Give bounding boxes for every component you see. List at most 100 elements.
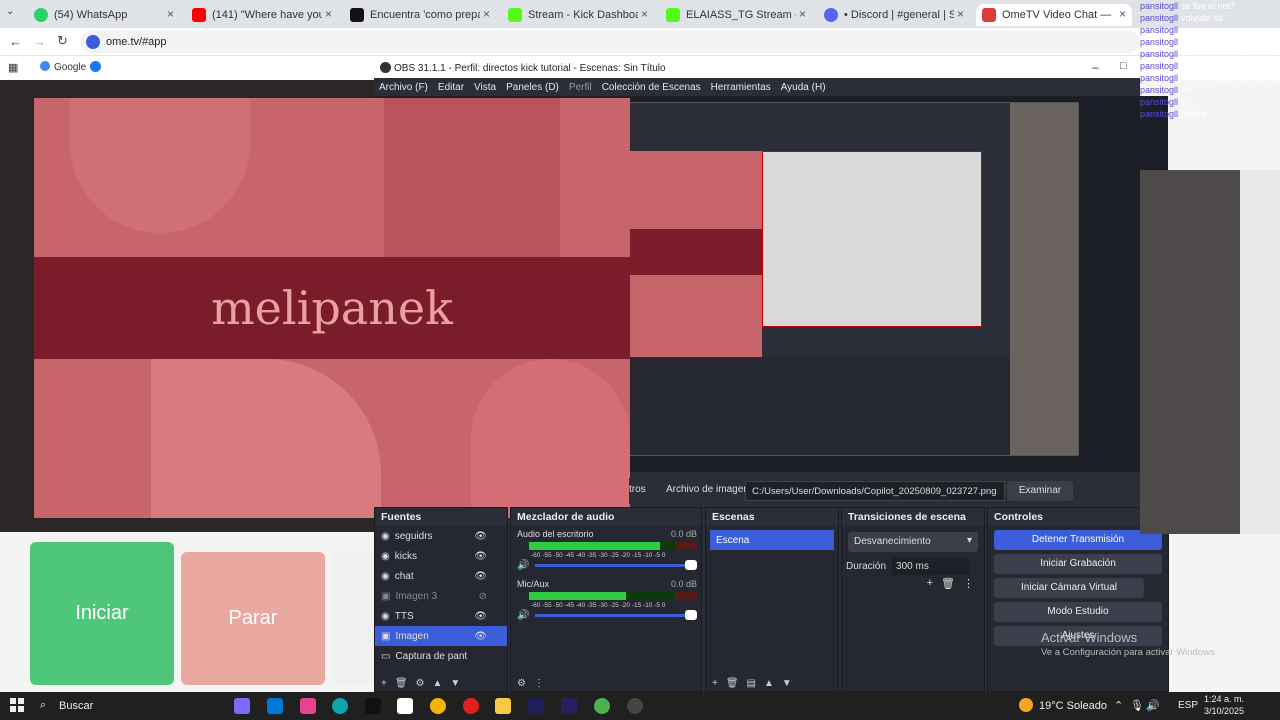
image-path-field[interactable]: C:/Users/User/Downloads/Copilot_20250809…	[745, 481, 1005, 501]
close-icon[interactable]: ×	[641, 7, 648, 21]
store-icon[interactable]	[397, 698, 413, 714]
properties-tab[interactable]: tros	[629, 484, 646, 495]
taskbar-search[interactable]: Buscar	[59, 700, 93, 712]
clock-time[interactable]: 1:24 a. m.	[1204, 694, 1244, 704]
menu-ayuda[interactable]: Ayuda (H)	[781, 82, 826, 93]
tiktok-icon[interactable]	[365, 698, 381, 714]
stop-streaming-button[interactable]: Detener Transmisión	[994, 530, 1162, 550]
tab-kick-stream[interactable]: ELAIASS_TG Stream - Watch Liv ×	[660, 4, 812, 26]
menu-coleccion-escenas[interactable]: Colección de Escenas	[602, 82, 701, 93]
down-arrow-icon[interactable]: ▼	[450, 678, 460, 689]
app-icon[interactable]	[430, 698, 446, 714]
up-arrow-icon[interactable]: ▲	[433, 678, 443, 689]
app-icon[interactable]	[463, 698, 479, 714]
menu-herramientas[interactable]: Herramientas	[711, 82, 771, 93]
minimize-icon[interactable]: –	[1092, 60, 1099, 74]
filter-icon[interactable]: ▤	[747, 678, 756, 689]
volume-icon[interactable]: 🔊	[517, 610, 529, 621]
tab-whatsapp[interactable]: (54) WhatsApp ×	[28, 4, 180, 26]
source-item[interactable]: ◉ kicks 👁	[375, 546, 507, 566]
menu-perfil[interactable]: Perfil	[569, 82, 592, 93]
outlook-icon[interactable]	[267, 698, 283, 714]
tab-search-icon[interactable]: ⌄	[6, 6, 14, 17]
obs-icon[interactable]	[627, 698, 643, 714]
trash-icon[interactable]: 🗑	[726, 678, 739, 689]
windows-start-icon[interactable]	[10, 698, 24, 712]
site-info-icon[interactable]	[86, 35, 100, 49]
facebook-icon[interactable]	[90, 61, 101, 72]
trash-icon[interactable]: 🗑	[395, 678, 408, 689]
tab-discord[interactable]: • Discord | #general | Servidor ×	[818, 4, 970, 26]
file-explorer-icon[interactable]	[495, 698, 511, 714]
forward-icon[interactable]: →	[33, 34, 46, 49]
close-icon[interactable]: ×	[325, 7, 332, 21]
volume-handle[interactable]	[685, 610, 697, 620]
gear-icon[interactable]: ⚙	[416, 678, 425, 689]
app-icon[interactable]	[300, 698, 316, 714]
language-indicator[interactable]: ESP	[1178, 700, 1198, 711]
search-icon[interactable]: ⌕	[40, 699, 46, 712]
close-icon[interactable]: ×	[483, 7, 490, 21]
apps-grid-icon[interactable]: ▦	[8, 61, 18, 74]
source-item[interactable]: ◉ seguidrs 👁	[375, 526, 507, 546]
menu-archivo[interactable]: Archivo (F)	[379, 82, 428, 93]
clock-date[interactable]: 3/10/2025	[1204, 706, 1244, 716]
studio-mode-button[interactable]: Modo Estudio	[994, 602, 1162, 622]
volume-slider[interactable]	[535, 614, 695, 617]
app-icon[interactable]	[234, 698, 250, 714]
edge-icon[interactable]	[332, 698, 348, 714]
eye-icon[interactable]: 👁	[474, 611, 487, 622]
tab-kick-dashboard[interactable]: Stream - Kick Dashboard ×	[502, 4, 654, 26]
source-item[interactable]: ▣ Imagen 3 ⊘	[375, 586, 507, 606]
maximize-icon[interactable]: □	[1120, 60, 1127, 72]
gear-icon[interactable]: ⚙	[517, 678, 526, 689]
menu-editar[interactable]: Editar	[438, 82, 464, 93]
add-icon[interactable]: +	[712, 678, 718, 689]
eye-icon[interactable]: 👁	[474, 531, 487, 542]
source-item-selected[interactable]: ▣ Imagen 👁	[375, 626, 507, 646]
volume-icon[interactable]: 🔊	[517, 560, 529, 571]
browse-button[interactable]: Examinar	[1007, 481, 1073, 501]
start-button[interactable]: Iniciar	[30, 542, 174, 685]
reload-icon[interactable]: ↻	[57, 33, 68, 49]
chevron-up-icon[interactable]: ⌃	[1114, 699, 1123, 712]
source-item[interactable]: ◉ chat 👁	[375, 566, 507, 586]
eye-icon[interactable]: 👁	[474, 571, 487, 582]
back-icon[interactable]: ←	[9, 34, 22, 49]
eye-icon[interactable]: 👁	[474, 551, 487, 562]
address-bar[interactable]: ome.tv/#app	[80, 31, 1140, 53]
eye-hidden-icon[interactable]: ⊘	[479, 591, 487, 602]
microphone-icon[interactable]: 🎙	[1130, 699, 1144, 712]
premiere-icon[interactable]	[561, 698, 577, 714]
tab-ometv[interactable]: OmeTV Video Chat — Omr ×	[976, 4, 1132, 26]
tab-youtube[interactable]: (141) "Where have you been" - ×	[186, 4, 338, 26]
add-icon[interactable]: +	[381, 678, 387, 689]
image-source-banner[interactable]: melipanek	[34, 98, 630, 518]
tab-tiktok[interactable]: Encuentra 'como preparar un c ×	[344, 4, 496, 26]
transition-select[interactable]: Desvanecimiento ▾	[848, 532, 978, 552]
trash-icon[interactable]: 🗑	[941, 577, 955, 590]
eye-icon[interactable]: 👁	[474, 631, 487, 642]
close-icon[interactable]: ×	[799, 7, 806, 21]
scene-item[interactable]: Escena	[710, 530, 834, 550]
up-arrow-icon[interactable]: ▲	[764, 678, 774, 689]
volume-icon[interactable]: 🔊	[1146, 699, 1160, 712]
report-button[interactable]	[333, 552, 374, 685]
source-item[interactable]: ◉ TTS 👁	[375, 606, 507, 626]
close-icon[interactable]: ×	[1119, 7, 1126, 21]
close-icon[interactable]: ×	[167, 7, 174, 21]
menu-paneles[interactable]: Paneles (D)	[506, 82, 559, 93]
chrome-icon[interactable]	[594, 698, 610, 714]
start-recording-button[interactable]: Iniciar Grabación	[994, 554, 1162, 574]
duration-input[interactable]: 300 ms	[892, 558, 971, 575]
more-icon[interactable]: ⋮	[963, 577, 974, 590]
volume-slider[interactable]	[535, 564, 695, 567]
weather-text[interactable]: 19°C Soleado	[1039, 700, 1107, 712]
start-virtual-camera-button[interactable]: Iniciar Cámara Virtual	[994, 578, 1144, 598]
menu-vista[interactable]: Vista	[474, 82, 496, 93]
after-effects-icon[interactable]	[528, 698, 544, 714]
source-item[interactable]: ▭ Captura de pant	[375, 646, 507, 666]
volume-handle[interactable]	[685, 560, 697, 570]
more-icon[interactable]: ⋮	[534, 678, 544, 689]
stop-button[interactable]: Parar	[181, 552, 325, 685]
